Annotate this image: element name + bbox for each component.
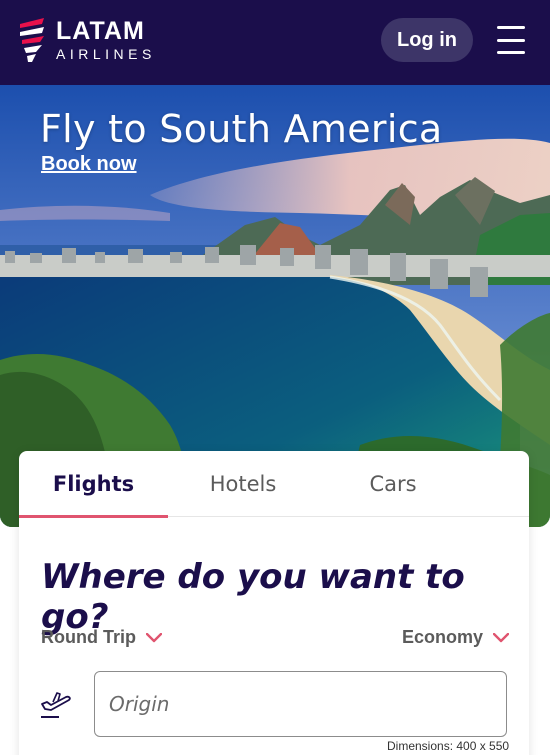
chevron-down-icon (145, 632, 162, 642)
trip-type-dropdown[interactable]: Round Trip (41, 627, 162, 648)
plane-takeoff-icon (41, 692, 71, 718)
search-question: Where do you want to go? (41, 557, 465, 637)
menu-bar (497, 51, 525, 54)
latam-logo-icon (20, 18, 44, 62)
search-tabs: Flights Hotels Cars (19, 451, 529, 518)
tab-cars[interactable]: Cars (318, 451, 468, 517)
site-header: LATAM AIRLINES Log in (0, 0, 550, 85)
hero-title: Fly to South America (40, 107, 443, 151)
latam-home-page: LATAM AIRLINES Log in Fly to South Ameri… (0, 0, 550, 755)
trip-type-label: Round Trip (41, 627, 136, 647)
brand-sub: AIRLINES (56, 46, 156, 62)
hamburger-menu-icon[interactable] (497, 26, 527, 54)
tab-hotels[interactable]: Hotels (168, 451, 318, 517)
search-card: Flights Hotels Cars Where do you want to… (19, 451, 529, 755)
origin-input[interactable] (94, 671, 507, 737)
login-button[interactable]: Log in (381, 18, 473, 62)
menu-bar (497, 26, 525, 29)
brand-name: LATAM (56, 17, 145, 45)
cabin-class-label: Economy (402, 627, 484, 647)
tab-flights[interactable]: Flights (19, 451, 168, 518)
cabin-class-dropdown[interactable]: Economy (402, 627, 510, 648)
menu-bar (497, 38, 525, 42)
book-now-link[interactable]: Book now (41, 153, 137, 176)
dimensions-label: Dimensions: 400 x 550 (383, 738, 514, 754)
logo-text: LATAM AIRLINES (56, 18, 156, 62)
chevron-down-icon (493, 632, 510, 642)
latam-logo[interactable]: LATAM AIRLINES (18, 18, 156, 62)
